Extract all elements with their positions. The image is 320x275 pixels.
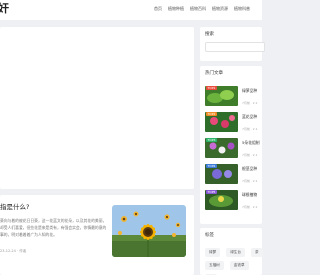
post-thumbnail[interactable] <box>112 205 186 257</box>
hot-article-title[interactable]: 5朵花组制 <box>242 140 260 145</box>
hot-article-title[interactable]: 蓝花品种 <box>242 114 257 119</box>
hot-article-item[interactable]: TOP5 球根植物 7月前 · 2.1 <box>205 190 265 212</box>
nav-item-planting[interactable]: 植物种植 <box>168 6 184 12</box>
hot-articles-widget: 热门文章 TOP1 绿萝品种 7月前 · 2.1 TOP2 蓝花品种 7月前 ·… <box>200 66 262 224</box>
rank-badge: TOP3 <box>206 138 217 142</box>
main-panel-top <box>0 27 194 189</box>
search-heading: 搜索 <box>205 32 214 37</box>
post-title[interactable]: 指是什么? <box>0 203 29 212</box>
post-card: 指是什么? 葵向与着的被花日日葵，这一花蓝文的花朵，以及其花的美丽，却受人们喜爱… <box>0 195 194 275</box>
post-excerpt: 葵向与着的被花日日葵，这一花蓝文的花朵，以及其花的美丽，却受人们喜爱，但些花是来… <box>0 218 107 237</box>
tag-item[interactable]: 金钱草 <box>229 261 249 270</box>
tag-cloud: 绿萝 绿生台 茶 五福树 金钱草 多 <box>205 248 265 275</box>
rank-badge: TOP4 <box>206 164 217 168</box>
hot-article-meta: 7月前 · 2.1 <box>242 101 258 105</box>
hot-article-item[interactable]: TOP3 5朵花组制 7月前 · 2.1 <box>205 138 265 160</box>
tag-item[interactable]: 五福树 <box>205 261 224 270</box>
hot-article-title[interactable]: 球根植物 <box>242 192 257 197</box>
hot-article-item[interactable]: TOP4 根茎品种 7月前 · 2.1 <box>205 164 265 186</box>
rank-badge: TOP1 <box>206 86 217 90</box>
nav-item-home[interactable]: 首页 <box>154 6 162 12</box>
rank-badge: TOP2 <box>206 112 217 116</box>
hot-article-meta: 7月前 · 2.1 <box>242 205 258 209</box>
top-navbar: 奸 首页 植物种植 植物百科 植物资源 植物科普 <box>0 0 262 20</box>
hot-article-title[interactable]: 根茎品种 <box>242 166 257 171</box>
main-nav: 首页 植物种植 植物百科 植物资源 植物科普 <box>154 6 250 12</box>
hot-article-item[interactable]: TOP1 绿萝品种 7月前 · 2.1 <box>205 86 265 108</box>
post-meta: 23-12-24 · 作者 <box>0 249 26 254</box>
tags-heading: 标签 <box>205 233 214 238</box>
hot-article-meta: 7月前 · 2.1 <box>242 179 258 183</box>
hot-article-item[interactable]: TOP2 蓝花品种 7月前 · 2.1 <box>205 112 265 134</box>
tag-item[interactable]: 绿萝 <box>205 248 221 257</box>
hot-articles-heading: 热门文章 <box>205 71 223 76</box>
site-logo[interactable]: 奸 <box>0 2 9 16</box>
tag-item[interactable]: 绿生台 <box>226 248 245 257</box>
post-author: · 作者 <box>17 249 27 253</box>
sunflower-image <box>112 205 186 257</box>
nav-item-resources[interactable]: 植物资源 <box>212 6 228 12</box>
hot-article-title[interactable]: 绿萝品种 <box>242 88 257 93</box>
nav-item-science[interactable]: 植物科普 <box>234 6 250 12</box>
rank-badge: TOP5 <box>206 190 217 194</box>
tags-widget: 标签 绿萝 绿生台 茶 五福树 金钱草 多 <box>200 228 265 275</box>
post-date: 23-12-24 <box>0 249 16 253</box>
search-widget: 搜索 <box>200 27 265 61</box>
hot-article-meta: 7月前 · 2.1 <box>242 153 258 157</box>
tag-item[interactable]: 茶 <box>250 248 263 257</box>
nav-item-encyclopedia[interactable]: 植物百科 <box>190 6 206 12</box>
hot-article-meta: 7月前 · 2.1 <box>242 127 258 131</box>
search-input[interactable] <box>205 42 265 52</box>
